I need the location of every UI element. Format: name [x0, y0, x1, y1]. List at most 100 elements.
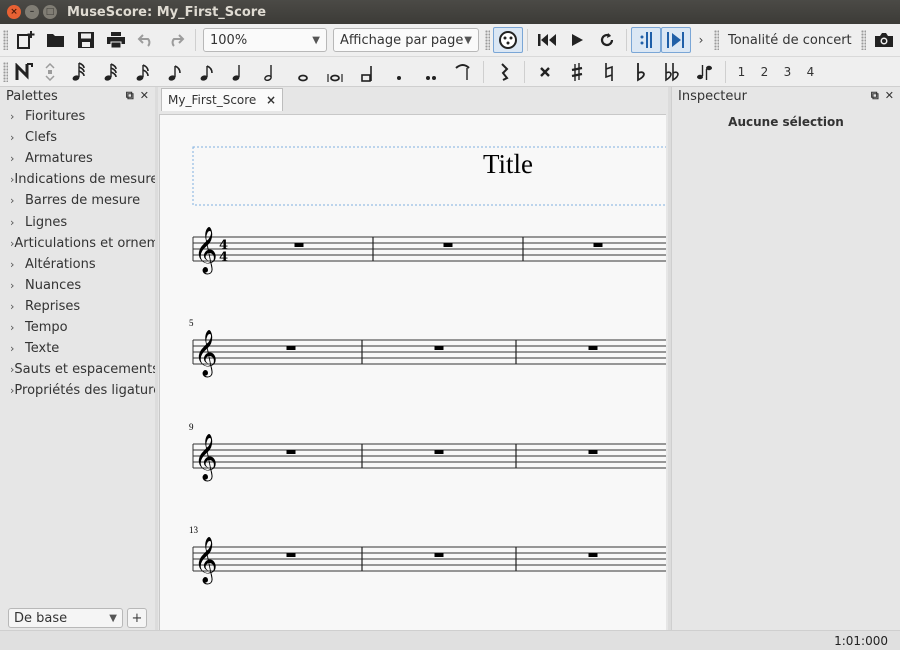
undo-icon[interactable] [131, 27, 161, 53]
whole-rest-icon[interactable] [588, 553, 598, 557]
double-sharp-icon[interactable] [529, 59, 561, 85]
undock-icon[interactable]: ⧉ [126, 89, 134, 103]
whole-rest-icon[interactable] [286, 346, 296, 350]
quarter-note-icon[interactable] [223, 59, 255, 85]
palette-item[interactable]: › Texte [0, 338, 155, 359]
zoom-select[interactable]: 100% ▼ [203, 28, 327, 52]
longa-note-icon[interactable] [351, 59, 383, 85]
repeat-playback-icon[interactable] [631, 27, 661, 53]
rest-icon[interactable] [488, 59, 520, 85]
palette-item[interactable]: › Indications de mesure [0, 169, 155, 190]
save-icon[interactable] [71, 27, 101, 53]
palette-item[interactable]: › Armatures [0, 148, 155, 169]
title-frame[interactable] [192, 146, 666, 206]
palette-item[interactable]: › Fioritures [0, 106, 155, 127]
mixer-palette-icon[interactable] [493, 27, 523, 53]
eighth-note-icon[interactable] [159, 59, 191, 85]
whole-rest-icon[interactable] [286, 553, 296, 557]
time-signature-bottom[interactable]: 4 [219, 250, 228, 265]
score-canvas[interactable]: Title 𝄞 4 4 𝄞 5 𝄞 9 𝄞 13 [159, 114, 666, 630]
palette-item[interactable]: › Nuances [0, 275, 155, 296]
toolbar-grip[interactable] [860, 30, 866, 50]
close-icon[interactable]: ✕ [140, 89, 149, 103]
16th-note-icon[interactable] [127, 59, 159, 85]
close-window-icon[interactable]: × [7, 5, 21, 19]
whole-rest-icon[interactable] [434, 346, 444, 350]
palette-item[interactable]: › Clefs [0, 127, 155, 148]
palette-item[interactable]: › Propriétés des ligatures [0, 380, 155, 401]
tie-icon[interactable] [447, 59, 479, 85]
open-folder-icon[interactable] [41, 27, 71, 53]
undock-icon[interactable]: ⧉ [871, 89, 879, 103]
double-dot-icon[interactable] [415, 59, 447, 85]
eighth-note-alt-icon[interactable] [191, 59, 223, 85]
natural-icon[interactable] [593, 59, 625, 85]
score-title[interactable]: Title [483, 149, 533, 179]
whole-rest-icon[interactable] [294, 243, 304, 247]
whole-rest-icon[interactable] [286, 450, 296, 454]
palette-item[interactable]: › Lignes [0, 211, 155, 232]
inspector-panel: Inspecteur ⧉ ✕ Aucune sélection [671, 87, 900, 630]
palette-item[interactable]: ›Articulations et ornements [0, 233, 155, 254]
redo-icon[interactable] [161, 27, 191, 53]
view-mode-select[interactable]: Affichage par page ▼ [333, 28, 479, 52]
whole-rest-icon[interactable] [593, 243, 603, 247]
close-icon[interactable]: ✕ [885, 89, 894, 103]
palette-item[interactable]: › Altérations [0, 254, 155, 275]
minimize-window-icon[interactable]: – [25, 5, 39, 19]
concert-pitch-toggle[interactable]: Tonalité de concert [722, 33, 858, 48]
window-title: MuseScore: My_First_Score [67, 4, 267, 20]
play-icon[interactable] [562, 27, 592, 53]
treble-clef-icon[interactable]: 𝄞 [194, 227, 218, 275]
note-input-options-icon[interactable] [37, 59, 63, 85]
double-flat-icon[interactable] [657, 59, 689, 85]
toolbar-grip[interactable] [3, 61, 8, 82]
flip-direction-icon[interactable] [689, 59, 721, 85]
tab-close-icon[interactable]: × [266, 93, 276, 107]
voice-4-button[interactable]: 4 [799, 65, 822, 79]
measure-number: 5 [189, 318, 194, 328]
whole-rest-icon[interactable] [588, 346, 598, 350]
note-input-mode-icon[interactable] [11, 59, 37, 85]
whole-note-icon[interactable] [287, 59, 319, 85]
palette-item[interactable]: › Sauts et espacements [0, 359, 155, 380]
whole-rest-icon[interactable] [434, 553, 444, 557]
palette-item[interactable]: › Tempo [0, 317, 155, 338]
treble-clef-icon[interactable]: 𝄞 [194, 537, 218, 585]
augmentation-dot-icon[interactable] [383, 59, 415, 85]
palette-item[interactable]: › Barres de mesure [0, 190, 155, 211]
loop-icon[interactable] [592, 27, 622, 53]
breve-note-icon[interactable] [319, 59, 351, 85]
workspace-select[interactable]: De base ▼ [8, 608, 123, 628]
voice-2-button[interactable]: 2 [753, 65, 776, 79]
toolbar-grip[interactable] [714, 30, 719, 50]
palette-item[interactable]: › Reprises [0, 296, 155, 317]
camera-icon[interactable] [869, 27, 899, 53]
treble-clef-icon[interactable]: 𝄞 [194, 434, 218, 482]
half-note-icon[interactable] [255, 59, 287, 85]
voice-1-button[interactable]: 1 [730, 65, 753, 79]
score-page[interactable]: Title 𝄞 44𝄞5𝄞9𝄞13 [160, 115, 666, 630]
sharp-icon[interactable] [561, 59, 593, 85]
palette-splitter[interactable] [155, 87, 158, 630]
add-workspace-button[interactable]: + [127, 608, 147, 628]
64th-note-icon[interactable] [63, 59, 95, 85]
32nd-note-icon[interactable] [95, 59, 127, 85]
main-toolbar: 100% ▼ Affichage par page ▼ › Tonalité d… [0, 24, 900, 57]
whole-rest-icon[interactable] [588, 450, 598, 454]
toolbar-grip[interactable] [485, 30, 490, 50]
toolbar-grip[interactable] [3, 30, 8, 50]
flat-icon[interactable] [625, 59, 657, 85]
new-score-icon[interactable] [11, 27, 41, 53]
pan-score-icon[interactable] [661, 27, 691, 53]
voice-3-button[interactable]: 3 [776, 65, 799, 79]
tab-my-first-score[interactable]: My_First_Score × [161, 88, 283, 111]
staff-system: 𝄞9 [189, 422, 666, 482]
rewind-icon[interactable] [532, 27, 562, 53]
toolbar-overflow-icon[interactable]: › [691, 27, 711, 53]
whole-rest-icon[interactable] [434, 450, 444, 454]
whole-rest-icon[interactable] [443, 243, 453, 247]
maximize-window-icon[interactable]: □ [43, 5, 57, 19]
treble-clef-icon[interactable]: 𝄞 [194, 330, 218, 378]
print-icon[interactable] [101, 27, 131, 53]
